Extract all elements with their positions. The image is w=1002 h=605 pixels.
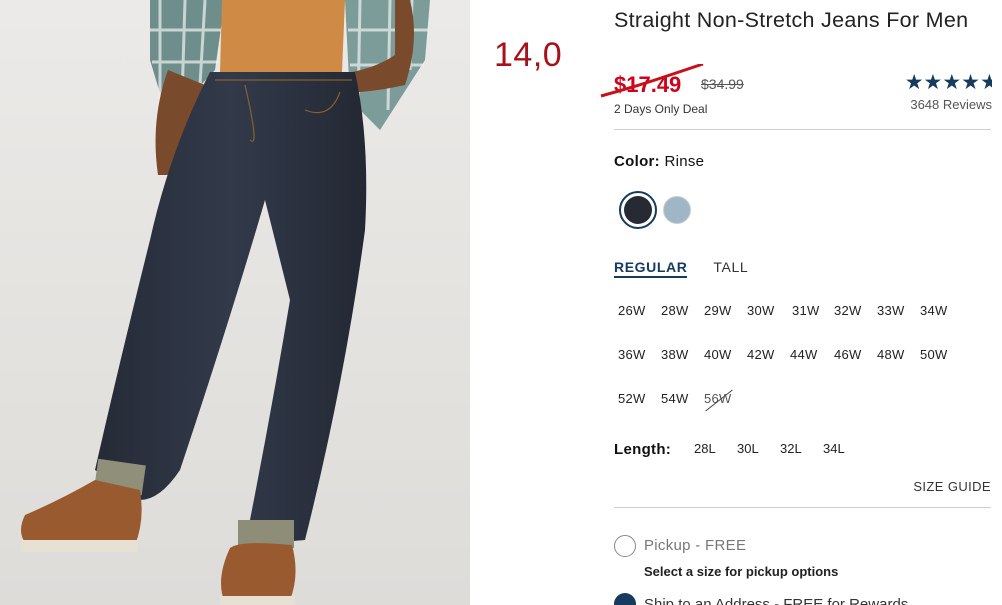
size-29w[interactable]: 29W [704,303,732,318]
size-32w[interactable]: 32W [834,303,862,318]
star-icon: ★ [923,71,943,94]
pickup-note: Select a size for pickup options [644,564,839,579]
star-icon: ★ [961,71,980,94]
original-price: $34.99 [701,76,744,92]
length-32l[interactable]: 32L [780,441,802,456]
star-icon: ★ [942,71,962,94]
annotation-text: 14,0 [494,36,563,74]
color-value: Rinse [664,153,705,170]
half-star-icon: ★ [980,72,992,94]
size-34w[interactable]: 34W [920,303,948,318]
swatch-light-wash[interactable] [663,196,691,224]
size-48w[interactable]: 48W [877,347,905,362]
length-28l[interactable]: 28L [694,441,716,456]
tab-tall[interactable]: TALL [713,259,748,278]
length-30l[interactable]: 30L [737,441,759,456]
size-26w[interactable]: 26W [618,303,646,318]
review-count[interactable]: 3648 Reviews [910,97,992,112]
tab-regular[interactable]: REGULAR [614,259,688,278]
ship-radio[interactable] [614,593,636,605]
color-label-row: Color: Rinse [614,153,704,170]
fit-tabs: REGULAR TALL [614,259,748,278]
size-50w[interactable]: 50W [920,347,948,362]
size-44w[interactable]: 44W [790,347,818,362]
size-36w[interactable]: 36W [618,347,646,362]
pickup-radio[interactable] [614,535,636,557]
size-31w[interactable]: 31W [792,303,820,318]
size-30w[interactable]: 30W [747,303,775,318]
ship-label: Ship to an Address - FREE for Rewards [644,596,909,605]
size-28w[interactable]: 28W [661,303,689,318]
size-guide-link[interactable]: SIZE GUIDE [913,479,991,494]
divider [614,129,991,130]
product-image[interactable] [0,0,470,605]
product-title: Straight Non-Stretch Jeans For Men [614,8,969,32]
size-33w[interactable]: 33W [877,303,905,318]
size-54w[interactable]: 54W [661,391,689,406]
jeans-model-illustration [0,0,470,605]
price-row: $17.49 $34.99 2 Days Only Deal ★ ★ ★ ★ ★… [600,64,992,120]
length-label: Length: [614,441,672,458]
swatch-rinse[interactable] [619,191,657,229]
star-icon: ★ [904,71,924,94]
size-56w-unavailable[interactable]: 56W [704,391,732,406]
color-label: Color: [614,153,660,170]
size-52w[interactable]: 52W [618,391,646,406]
size-42w[interactable]: 42W [747,347,775,362]
rating-stars[interactable]: ★ ★ ★ ★ ★ [905,72,992,94]
size-46w[interactable]: 46W [834,347,862,362]
length-34l[interactable]: 34L [823,441,845,456]
deal-text: 2 Days Only Deal [614,102,708,116]
divider [614,507,991,508]
size-38w[interactable]: 38W [661,347,689,362]
size-40w[interactable]: 40W [704,347,732,362]
pickup-label: Pickup - FREE [644,537,747,554]
